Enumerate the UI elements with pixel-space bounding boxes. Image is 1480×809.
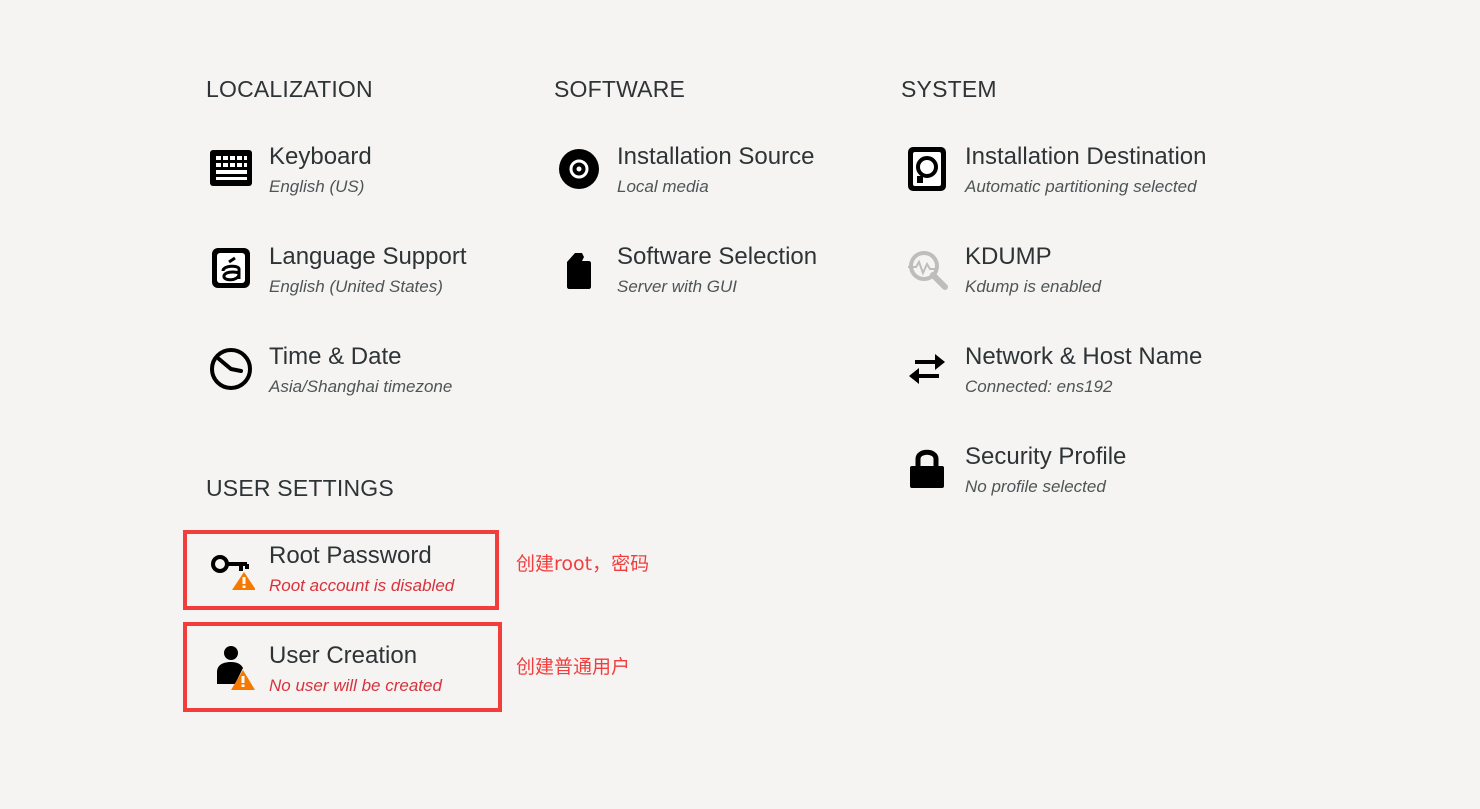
localization-heading: LOCALIZATION bbox=[206, 76, 373, 102]
network-hostname-spoke[interactable]: Network & Host Name Connected: ens192 bbox=[903, 341, 1223, 405]
user-warning-icon bbox=[207, 644, 255, 692]
language-icon bbox=[207, 245, 255, 293]
lock-icon bbox=[903, 445, 951, 493]
keyboard-status: English (US) bbox=[269, 177, 365, 196]
root-password-annotation: 创建root，密码 bbox=[516, 553, 650, 575]
installation-destination-title: Installation Destination bbox=[965, 143, 1207, 170]
installation-source-title: Installation Source bbox=[617, 143, 815, 170]
keyboard-title: Keyboard bbox=[269, 143, 372, 170]
language-support-spoke[interactable]: Language Support English (United States) bbox=[207, 241, 487, 305]
user-creation-spoke[interactable]: User Creation No user will be created bbox=[207, 640, 487, 704]
installation-destination-spoke[interactable]: Installation Destination Automatic parti… bbox=[903, 141, 1233, 205]
time-date-title: Time & Date bbox=[269, 343, 402, 370]
language-support-title: Language Support bbox=[269, 243, 467, 270]
optical-disc-icon bbox=[555, 145, 603, 193]
kdump-title: KDUMP bbox=[965, 243, 1052, 270]
clock-icon bbox=[207, 345, 255, 393]
installation-source-status: Local media bbox=[617, 177, 709, 196]
kdump-search-icon bbox=[903, 245, 951, 293]
installation-source-spoke[interactable]: Installation Source Local media bbox=[555, 141, 835, 205]
user-creation-annotation: 创建普通用户 bbox=[516, 656, 631, 678]
user-creation-status: No user will be created bbox=[269, 676, 442, 695]
software-heading: SOFTWARE bbox=[554, 76, 686, 102]
hard-disk-icon bbox=[903, 145, 951, 193]
software-selection-title: Software Selection bbox=[617, 243, 818, 270]
key-warning-icon bbox=[207, 544, 255, 592]
root-password-title: Root Password bbox=[269, 542, 432, 569]
keyboard-spoke[interactable]: Keyboard English (US) bbox=[207, 141, 487, 205]
security-profile-title: Security Profile bbox=[965, 443, 1127, 470]
network-arrows-icon bbox=[903, 345, 951, 393]
keyboard-icon bbox=[207, 145, 255, 193]
system-heading: SYSTEM bbox=[901, 76, 997, 102]
network-hostname-title: Network & Host Name bbox=[965, 343, 1203, 370]
software-selection-status: Server with GUI bbox=[617, 277, 737, 296]
kdump-status: Kdump is enabled bbox=[965, 277, 1102, 296]
user-creation-title: User Creation bbox=[269, 642, 418, 669]
language-support-status: English (United States) bbox=[269, 277, 443, 296]
security-profile-status: No profile selected bbox=[965, 477, 1106, 496]
installation-destination-status: Automatic partitioning selected bbox=[965, 177, 1197, 196]
root-password-status: Root account is disabled bbox=[269, 576, 455, 595]
security-profile-spoke[interactable]: Security Profile No profile selected bbox=[903, 441, 1203, 505]
kdump-spoke[interactable]: KDUMP Kdump is enabled bbox=[903, 241, 1203, 305]
user-settings-heading: USER SETTINGS bbox=[206, 475, 394, 501]
network-hostname-status: Connected: ens192 bbox=[965, 377, 1113, 396]
package-icon bbox=[555, 245, 603, 293]
time-date-spoke[interactable]: Time & Date Asia/Shanghai timezone bbox=[207, 341, 487, 405]
time-date-status: Asia/Shanghai timezone bbox=[269, 377, 453, 396]
root-password-spoke[interactable]: Root Password Root account is disabled bbox=[207, 540, 487, 604]
software-selection-spoke[interactable]: Software Selection Server with GUI bbox=[555, 241, 835, 305]
